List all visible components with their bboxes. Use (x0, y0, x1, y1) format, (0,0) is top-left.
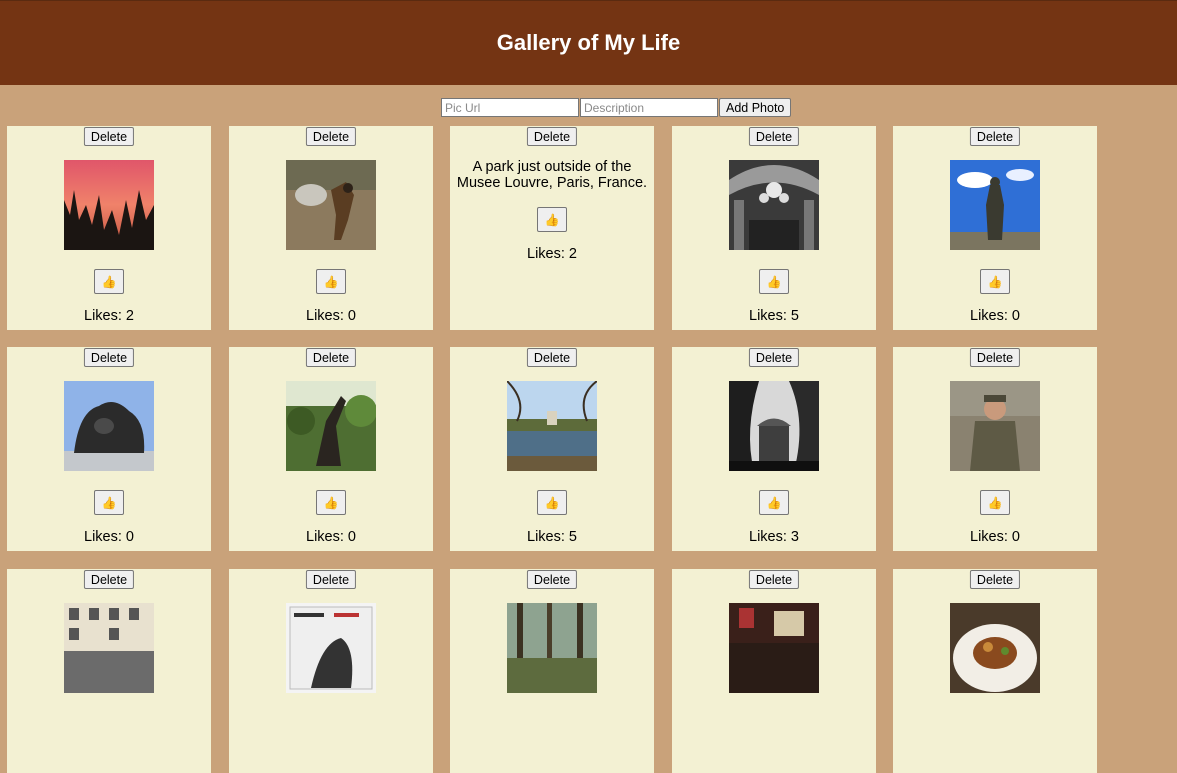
thumbs-up-icon: 👍 (101, 274, 117, 289)
meat-bucket-poster-photo (286, 603, 376, 693)
photo-card: Delete 👍 Likes: 3 (672, 347, 876, 551)
like-button[interactable]: 👍 (759, 490, 789, 515)
bw-gazebo-photo (729, 381, 819, 471)
likes-count: Likes: 0 (306, 308, 356, 324)
sunset-forest-photo (64, 160, 154, 250)
likes-count: Likes: 0 (84, 529, 134, 545)
delete-button[interactable]: Delete (969, 348, 1021, 367)
like-button[interactable]: 👍 (94, 269, 124, 294)
thumbs-up-icon: 👍 (323, 495, 339, 510)
like-button[interactable]: 👍 (980, 269, 1010, 294)
like-button[interactable]: 👍 (537, 207, 567, 232)
photo-description: A park just outside of the Musee Louvre,… (456, 159, 648, 191)
header-bar: Gallery of My Life (0, 0, 1177, 85)
thumbs-up-icon: 👍 (987, 274, 1003, 289)
delete-button[interactable]: Delete (748, 570, 800, 589)
photo-card: Delete 👍 Likes: 0 (7, 347, 211, 551)
thumbs-up-icon: 👍 (323, 274, 339, 289)
like-button[interactable]: 👍 (316, 269, 346, 294)
add-photo-form: Add Photo (441, 98, 792, 117)
page-title: Gallery of My Life (496, 30, 681, 55)
thumbs-up-icon: 👍 (766, 495, 782, 510)
like-button[interactable]: 👍 (537, 490, 567, 515)
likes-count: Likes: 0 (970, 308, 1020, 324)
statue-blue-sky-photo (950, 160, 1040, 250)
photo-card: Delete 👍 Likes: 2 (7, 126, 211, 330)
chandelier-hall-photo (729, 160, 819, 250)
like-button[interactable]: 👍 (316, 490, 346, 515)
delete-button[interactable]: Delete (748, 348, 800, 367)
thumbs-up-icon: 👍 (544, 212, 560, 227)
dog-rock-photo (286, 160, 376, 250)
likes-count: Likes: 5 (749, 308, 799, 324)
delete-button[interactable]: Delete (969, 127, 1021, 146)
delete-button[interactable]: Delete (969, 570, 1021, 589)
food-plate-photo (950, 603, 1040, 693)
photo-card: Delete (229, 569, 433, 773)
delete-button[interactable]: Delete (83, 348, 135, 367)
likes-count: Likes: 0 (970, 529, 1020, 545)
photo-card: Delete 👍 Likes: 5 (450, 347, 654, 551)
delete-button[interactable]: Delete (305, 127, 357, 146)
thumbs-up-icon: 👍 (987, 495, 1003, 510)
pine-forest-photo (507, 603, 597, 693)
photo-card: Delete (672, 569, 876, 773)
delete-button[interactable]: Delete (748, 127, 800, 146)
likes-count: Likes: 3 (749, 529, 799, 545)
like-button[interactable]: 👍 (759, 269, 789, 294)
photo-card: Delete 👍 Likes: 0 (893, 126, 1097, 330)
restaurant-interior-photo (729, 603, 819, 693)
delete-button[interactable]: Delete (526, 127, 578, 146)
description-input[interactable] (580, 98, 718, 117)
photo-card: Delete A park just outside of the Musee … (450, 126, 654, 330)
thumbs-up-icon: 👍 (766, 274, 782, 289)
photo-card: Delete 👍 Likes: 0 (893, 347, 1097, 551)
photo-card: Delete (893, 569, 1097, 773)
delete-button[interactable]: Delete (526, 348, 578, 367)
delete-button[interactable]: Delete (83, 570, 135, 589)
photo-card: Delete 👍 Likes: 0 (229, 347, 433, 551)
lake-park-photo (507, 381, 597, 471)
delete-button[interactable]: Delete (305, 570, 357, 589)
garden-sculpture-photo (286, 381, 376, 471)
likes-count: Likes: 5 (527, 529, 577, 545)
like-button[interactable]: 👍 (980, 490, 1010, 515)
likes-count: Likes: 0 (306, 529, 356, 545)
like-button[interactable]: 👍 (94, 490, 124, 515)
photo-card: Delete (450, 569, 654, 773)
delete-button[interactable]: Delete (305, 348, 357, 367)
add-photo-button[interactable]: Add Photo (719, 98, 792, 117)
thumbs-up-icon: 👍 (101, 495, 117, 510)
street-building-photo (64, 603, 154, 693)
delete-button[interactable]: Delete (83, 127, 135, 146)
bronze-sculpture-photo (64, 381, 154, 471)
photo-card: Delete (7, 569, 211, 773)
photo-card: Delete 👍 Likes: 5 (672, 126, 876, 330)
photo-card: Delete 👍 Likes: 0 (229, 126, 433, 330)
likes-count: Likes: 2 (84, 308, 134, 324)
delete-button[interactable]: Delete (526, 570, 578, 589)
pic-url-input[interactable] (441, 98, 579, 117)
thumbs-up-icon: 👍 (544, 495, 560, 510)
likes-count: Likes: 2 (527, 246, 577, 262)
soldier-photo (950, 381, 1040, 471)
